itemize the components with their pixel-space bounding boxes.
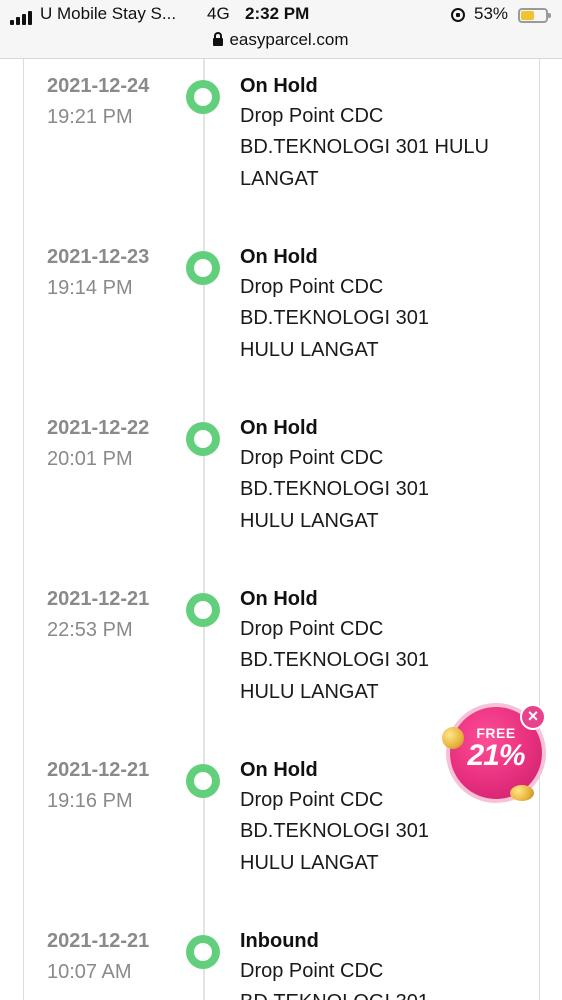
location-line: BD.TEKNOLOGI 301 [240, 307, 429, 330]
battery-icon [518, 8, 551, 23]
location-line: HULU LANGAT [240, 338, 379, 361]
battery-percent: 53% [474, 4, 509, 23]
location-line: Drop Point CDC [240, 618, 384, 640]
event-status: On Hold [240, 759, 318, 781]
event-time: 19:21 PM [47, 106, 133, 128]
location-line: BD.TEKNOLOGI 301 [240, 478, 429, 501]
location-line: BD.TEKNOLOGI 301 [240, 820, 429, 843]
network-type: 4G [207, 4, 230, 23]
event-location: Drop Point CDC BD.TEKNOLOGI 301 HULU LAN… [240, 443, 510, 537]
timeline-event: 2021-12-22 20:01 PM On Hold Drop Point C… [0, 412, 562, 583]
location-line: HULU LANGAT [240, 680, 379, 703]
event-date: 2021-12-21 [47, 930, 150, 952]
status-dot-icon [186, 935, 220, 969]
event-status: Inbound [240, 930, 319, 952]
event-location: Drop Point CDC BD.TEKNOLOGI 301 HULU LAN… [240, 101, 510, 195]
lock-icon [213, 32, 224, 46]
event-status: On Hold [240, 417, 318, 439]
carrier-name: U Mobile Stay S... [40, 4, 177, 23]
coin-icon [510, 785, 534, 801]
location-line: BD.TEKNOLOGI 301 [240, 987, 510, 1000]
event-status: On Hold [240, 588, 318, 610]
location-line: BD.TEKNOLOGI 301 HULU [240, 136, 489, 159]
event-location: Drop Point CDC BD.TEKNOLOGI 301 HULU LAN… [240, 272, 510, 366]
location-line: Drop Point CDC [240, 960, 384, 982]
location-line: Drop Point CDC [240, 447, 384, 469]
timeline-event: 2021-12-21 10:07 AM Inbound Drop Point C… [0, 925, 562, 1000]
signal-icon [10, 11, 32, 25]
location-line: LANGAT [240, 167, 319, 190]
location-line: HULU LANGAT [240, 851, 379, 874]
location-line: Drop Point CDC [240, 105, 384, 127]
event-time: 19:14 PM [47, 277, 133, 299]
event-location: Drop Point CDC BD.TEKNOLOGI 301 HULU LAN… [240, 785, 510, 879]
event-date: 2021-12-23 [47, 246, 150, 268]
event-date: 2021-12-21 [47, 759, 150, 781]
event-time: 19:16 PM [47, 790, 133, 812]
address-bar[interactable]: easyparcel.com [0, 30, 562, 50]
event-date: 2021-12-22 [47, 417, 150, 439]
event-status: On Hold [240, 75, 318, 97]
status-dot-icon [186, 251, 220, 285]
event-time: 10:07 AM [47, 961, 132, 983]
location-line: HULU LANGAT [240, 509, 379, 532]
location-line: Drop Point CDC [240, 276, 384, 298]
location-line: BD.TEKNOLOGI 301 [240, 649, 429, 672]
status-bar: U Mobile Stay S... 4G 2:32 PM 53% easypa… [0, 0, 562, 59]
close-icon[interactable]: × [520, 704, 546, 730]
status-dot-icon [186, 764, 220, 798]
event-date: 2021-12-24 [47, 75, 150, 97]
event-date: 2021-12-21 [47, 588, 150, 610]
event-time: 22:53 PM [47, 619, 133, 641]
status-dot-icon [186, 422, 220, 456]
rotation-lock-icon [451, 8, 465, 22]
timeline-event: 2021-12-24 19:21 PM On Hold Drop Point C… [0, 70, 562, 241]
status-dot-icon [186, 593, 220, 627]
clock: 2:32 PM [245, 4, 310, 23]
event-location: Drop Point CDC BD.TEKNOLOGI 301 HULU LAN… [240, 614, 510, 708]
timeline-event: 2021-12-23 19:14 PM On Hold Drop Point C… [0, 241, 562, 412]
url-text: easyparcel.com [229, 30, 349, 49]
event-status: On Hold [240, 246, 318, 268]
promo-value: 21% [467, 739, 525, 772]
tracking-timeline: 2021-12-24 19:21 PM On Hold Drop Point C… [0, 59, 562, 1000]
status-dot-icon [186, 80, 220, 114]
event-time: 20:01 PM [47, 448, 133, 470]
event-location: Drop Point CDC BD.TEKNOLOGI 301 [240, 956, 510, 1000]
